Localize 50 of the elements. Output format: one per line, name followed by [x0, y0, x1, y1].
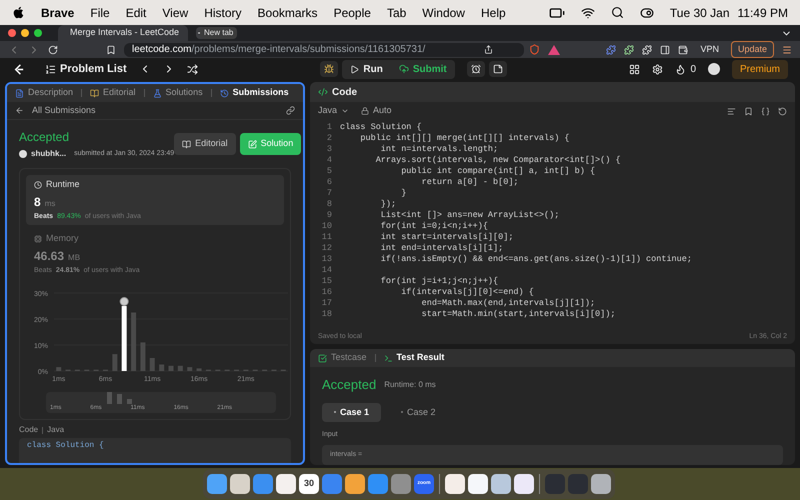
- line-number: 14: [320, 265, 332, 276]
- code-line: }: [400, 188, 406, 199]
- line-number: 12: [320, 243, 332, 254]
- line-number: 11: [320, 232, 332, 243]
- language-label: Java: [47, 424, 64, 436]
- line-number: 7: [326, 188, 332, 199]
- code-line: int n=intervals.length;: [380, 144, 498, 155]
- stat-value: 8: [34, 194, 41, 210]
- line-number: 3: [326, 144, 332, 155]
- code-line: public int compare(int[] a, int[] b) {: [400, 166, 596, 177]
- line-number: 2: [326, 133, 332, 144]
- code-line: int end=intervals[i][1];: [380, 243, 504, 254]
- code-line: end=Math.max(end,intervals[j][1]);: [420, 298, 596, 309]
- code-label: Code: [19, 424, 38, 436]
- code-preview: class Solution {: [19, 438, 291, 463]
- code-line: Arrays.sort(intervals, new Comparator<int[]>() {: [374, 155, 621, 166]
- line-number: 5: [326, 166, 332, 177]
- stat-unit: ms: [44, 198, 56, 210]
- code-line: if(intervals[j][0]<=end) {: [400, 287, 534, 298]
- stat-title: Runtime: [46, 178, 80, 191]
- code-line: int start=intervals[i][0];: [380, 232, 514, 243]
- line-number: 15: [320, 276, 332, 287]
- line-number: 17: [320, 298, 332, 309]
- code-line: if(!ans.isEmpty() && end<=ans.get(ans.size()-1)[1]) continue;: [380, 254, 692, 265]
- code-line: start=Math.min(start,intervals[i][0]);: [420, 309, 616, 320]
- streak-count: 0: [690, 62, 696, 76]
- tooltip: New tab: [200, 27, 238, 39]
- line-number: 1: [326, 122, 332, 133]
- code-line: List<int []> ans=new ArrayList<>();: [380, 210, 560, 221]
- status-text: Accepted: [19, 129, 70, 146]
- stat-unit: MB: [68, 252, 80, 264]
- line-number: 13: [320, 254, 332, 265]
- panel-title: Code: [332, 86, 357, 100]
- code-line: class Solution {: [340, 122, 422, 133]
- stat-value: 46.63: [34, 248, 64, 264]
- code-line: });: [380, 199, 396, 210]
- line-number: 18: [320, 309, 332, 320]
- line-number: 9: [326, 210, 332, 221]
- line-number: 16: [320, 287, 332, 298]
- line-number: 4: [326, 155, 332, 166]
- code-line: for(int j=i+1;j<n;j++){: [380, 276, 498, 287]
- line-number: 10: [320, 221, 332, 232]
- code-line: return a[0] - b[0];: [420, 177, 519, 188]
- code-line: public int[][] merge(int[][] intervals) {: [359, 133, 570, 144]
- code-line: for(int i=0;i<n;i++){: [380, 221, 488, 232]
- line-number: 6: [326, 177, 332, 188]
- stat-title: Memory: [46, 232, 79, 245]
- result-runtime: Runtime: 0 ms: [384, 378, 436, 391]
- result-status: Accepted: [322, 376, 376, 394]
- line-number: 8: [326, 199, 332, 210]
